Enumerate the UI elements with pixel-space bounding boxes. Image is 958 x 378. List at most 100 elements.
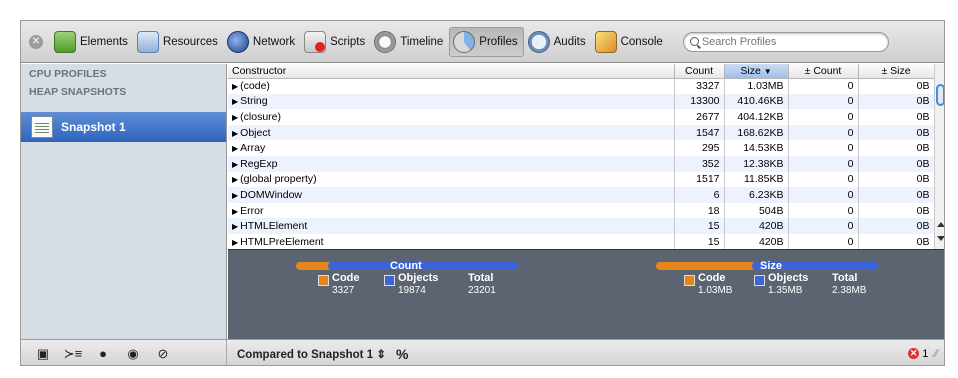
cell-size: 168.62KB [724,124,789,141]
cell-delta-size: 0B [858,171,935,188]
eye-icon[interactable]: ◉ [121,344,145,364]
tab-network[interactable]: Network [224,27,300,57]
column-header-delta-size[interactable]: ± Size [858,64,935,79]
table-row[interactable]: ▶ Error 18 504B 0 0B [228,202,935,219]
expand-triangle-icon[interactable]: ▶ [232,238,238,247]
scrollbar-thumb[interactable] [936,84,944,106]
column-header-count[interactable]: Count [674,64,725,79]
count-code-bar [296,262,332,270]
count-objects-legend-icon [384,275,395,286]
sidebar-item-label: Snapshot 1 [61,120,126,134]
size-code-bar [656,262,756,270]
cell-constructor: ▶ DOMWindow [228,187,675,203]
cpu-profiles-header[interactable]: CPU PROFILES [21,64,226,82]
elements-icon [54,30,76,53]
table-row[interactable]: ▶ (closure) 2677 404.12KB 0 0B [228,109,935,125]
table-row[interactable]: ▶ (code) 3327 1.03MB 0 0B [228,78,935,94]
expand-triangle-icon[interactable]: ▶ [232,222,238,231]
audits-icon [527,30,550,53]
tab-label: Resources [162,35,218,48]
constructor-name: String [240,95,268,108]
column-header-size[interactable]: Size ▼ [724,64,789,79]
cell-delta-count: 0 [788,202,859,219]
status-bar-buttons: ▣ ≻≡ ● ◉ ⊘ [21,339,227,365]
console-icon [594,30,617,53]
expand-triangle-icon[interactable]: ▶ [232,175,238,184]
constructor-name: (global property) [240,173,317,186]
cell-constructor: ▶ Object [228,124,675,141]
cell-count: 15 [674,218,725,234]
column-header-constructor[interactable]: Constructor [228,64,675,79]
expand-triangle-icon[interactable]: ▶ [232,129,238,138]
tab-elements[interactable]: Elements [51,27,133,57]
table-row[interactable]: ▶ Array 295 14.53KB 0 0B [228,140,935,156]
tab-audits[interactable]: Audits [525,27,591,57]
heap-snapshots-header[interactable]: HEAP SNAPSHOTS [21,82,226,100]
constructor-name: Array [240,142,266,155]
tab-resources[interactable]: Resources [134,27,223,57]
dock-icon[interactable]: ▣ [31,344,55,364]
cell-size: 1.03MB [724,78,789,94]
table-row[interactable]: ▶ DOMWindow 6 6.23KB 0 0B [228,187,935,203]
cell-size: 420B [724,218,789,234]
table-row[interactable]: ▶ (global property) 1517 11.85KB 0 0B [228,171,935,188]
constructor-name: HTMLPreElement [240,235,324,248]
clear-icon[interactable]: ⊘ [151,344,175,364]
tab-label: Scripts [330,35,366,48]
percent-toggle-button[interactable]: % [396,346,408,362]
expand-triangle-icon[interactable]: ▶ [232,160,238,169]
tab-timeline[interactable]: Timeline [371,27,448,57]
expand-triangle-icon[interactable]: ▶ [232,82,238,91]
cell-constructor: ▶ RegExp [228,155,675,172]
sidebar-item-snapshot-1[interactable]: Snapshot 1 [21,112,226,142]
cell-size: 404.12KB [724,109,789,125]
cell-delta-size: 0B [858,155,935,172]
cell-delta-size: 0B [858,78,935,94]
error-indicator[interactable]: ✕ 1 ⁄⁄ [908,348,944,360]
cell-constructor: ▶ HTMLElement [228,218,675,234]
sort-descending-icon: ▼ [763,66,772,76]
cell-delta-count: 0 [788,93,859,110]
table-row[interactable]: ▶ HTMLElement 15 420B 0 0B [228,218,935,234]
tab-scripts[interactable]: Scripts [301,27,370,57]
cell-count: 295 [674,140,725,156]
tab-label: Elements [80,35,128,48]
cell-delta-count: 0 [788,233,859,249]
expand-triangle-icon[interactable]: ▶ [232,207,238,216]
cell-delta-count: 0 [788,218,859,234]
vertical-scrollbar[interactable] [934,64,944,249]
cell-constructor: ▶ Error [228,202,675,219]
search-input[interactable] [701,35,872,48]
profiles-icon [453,30,476,53]
tab-profiles[interactable]: Profiles [449,26,524,57]
cell-delta-size: 0B [858,93,935,110]
clear-console-icon[interactable]: ≻≡ [61,344,85,364]
resize-grip-icon[interactable]: ⁄⁄ [934,348,938,360]
cell-delta-size: 0B [858,124,935,141]
scroll-up-icon[interactable] [937,222,944,227]
timeline-icon [374,30,397,53]
close-icon[interactable]: ✕ [29,34,43,49]
compare-select[interactable]: Compared to Snapshot 1 ⇕ [237,347,386,361]
cell-count: 1517 [674,171,725,188]
select-arrows-icon: ⇕ [376,348,386,361]
cell-constructor: ▶ String [228,93,675,110]
tab-label: Timeline [400,35,444,48]
scroll-down-icon[interactable] [937,236,944,241]
expand-triangle-icon[interactable]: ▶ [232,97,238,106]
column-header-delta-count[interactable]: ± Count [788,64,859,79]
table-body: ▶ (code) 3327 1.03MB 0 0B ▶ String 13300 410.46KB… [228,78,935,249]
search-field[interactable] [682,31,889,52]
table-row[interactable]: ▶ HTMLPreElement 15 420B 0 0B [228,233,935,249]
tab-console[interactable]: Console [592,27,668,57]
table-row[interactable]: ▶ Object 1547 168.62KB 0 0B [228,124,935,141]
cell-delta-size: 0B [858,218,935,234]
expand-triangle-icon[interactable]: ▶ [232,191,238,200]
record-icon[interactable]: ● [91,344,115,364]
expand-triangle-icon[interactable]: ▶ [232,113,238,122]
cell-delta-count: 0 [788,187,859,203]
table-row[interactable]: ▶ RegExp 352 12.38KB 0 0B [228,155,935,172]
table-row[interactable]: ▶ String 13300 410.46KB 0 0B [228,93,935,110]
cell-constructor: ▶ (code) [228,78,675,94]
expand-triangle-icon[interactable]: ▶ [232,144,238,153]
